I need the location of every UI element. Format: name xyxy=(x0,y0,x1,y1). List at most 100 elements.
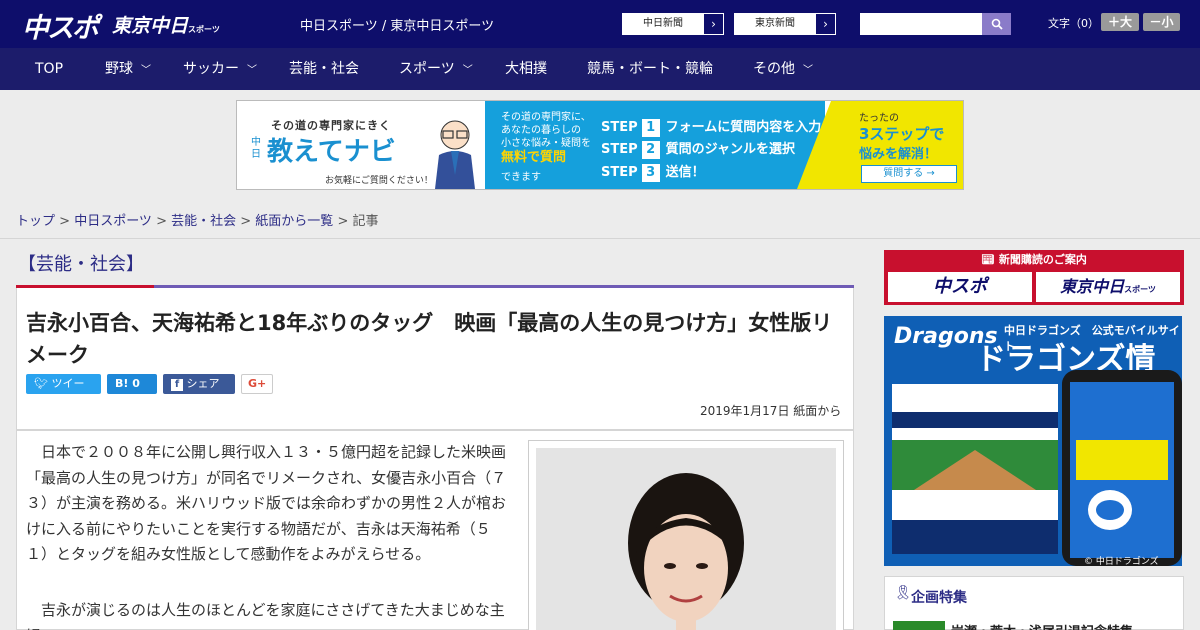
banner-right-2: 3ステップで xyxy=(859,125,945,143)
banner-can: できます xyxy=(501,172,541,183)
oshiete-navi-banner[interactable]: その道の専門家にきく 中日 教えてナビ お気軽にご質問ください！ その道の専門家… xyxy=(236,100,964,190)
nav-soccer[interactable]: サッカー ﹀ xyxy=(183,48,257,90)
nav-sports[interactable]: スポーツ ﹀ xyxy=(399,48,473,90)
article-headline: 吉永小百合、天海祐希と18年ぶりのタッグ 映画「最高の人生の見つけ方」女性版リメ… xyxy=(26,311,833,367)
advisor-illustration xyxy=(435,120,475,189)
dragons-copyright: © 中日ドラゴンズ xyxy=(1084,557,1159,566)
step-word: STEP xyxy=(601,142,638,157)
banner-step-2: STEP 2 質問のジャンルを選択 xyxy=(601,138,795,159)
dragons-mobile-banner[interactable]: Dragons 中日ドラゴンズ 公式モバイルサイト ドラゴンズ情報 © 中日ドラ… xyxy=(884,316,1182,566)
sub-logo-chuspo[interactable]: 中スポ xyxy=(888,272,1032,302)
banner-step-3: STEP 3 送信！ xyxy=(601,161,705,182)
subscription-banner[interactable]: 📰︎ 新聞購読のご案内 中スポ 東京中日スポーツ xyxy=(884,250,1184,305)
banner-right-3: 悩みを解消！ xyxy=(859,147,938,162)
article-date: 2019年1月17日 紙面から xyxy=(700,404,842,418)
banner-brand-small: 中日 xyxy=(251,137,261,160)
chevron-down-icon: ﹀ xyxy=(462,65,473,76)
font-large-button[interactable]: ＋大 xyxy=(1101,13,1139,31)
breadcrumb-sep: > xyxy=(236,214,256,229)
nav-baseball-label: 野球 xyxy=(105,61,133,77)
step-number: 1 xyxy=(641,119,660,137)
special-feature-box: 🎗︎ 企画特集 岩瀬・荒木・浅尾引退記念特集 xyxy=(884,576,1184,630)
nav-entertainment-label: 芸能・社会 xyxy=(289,61,359,77)
nav-sumo[interactable]: 大相撲 xyxy=(505,48,547,90)
breadcrumb: トップ > 中日スポーツ > 芸能・社会 > 紙面から一覧 > 記事 xyxy=(16,210,379,229)
search-input[interactable] xyxy=(860,13,982,35)
font-size-label: 文字（0） xyxy=(1048,17,1099,30)
tokyo-shimbun-button[interactable]: 東京新聞 › xyxy=(734,13,836,35)
twitter-icon: 🐦︎ xyxy=(34,377,48,390)
tokyo-shimbun-label: 東京新聞 xyxy=(755,18,795,29)
banner-step-1: STEP 1 フォームに質問内容を入力 xyxy=(601,116,821,137)
tokyo-chunichi-logo[interactable]: 東京中日スポーツ xyxy=(112,11,220,38)
nav-entertainment[interactable]: 芸能・社会 xyxy=(289,48,359,90)
banner-free: 無料で質問 xyxy=(501,150,567,165)
nav-sports-label: スポーツ xyxy=(399,61,455,77)
banner-cta-button[interactable]: 質問する → xyxy=(861,165,957,183)
subscription-title: 📰︎ 新聞購読のご案内 xyxy=(884,251,1184,267)
step-text: 送信！ xyxy=(665,165,705,180)
nav-soccer-label: サッカー xyxy=(183,61,239,77)
tweet-button[interactable]: 🐦︎ ツイート xyxy=(26,374,101,410)
nav-other[interactable]: その他 ﹀ xyxy=(753,48,813,90)
site-title: 中日スポーツ / 東京中日スポーツ xyxy=(300,19,495,34)
breadcrumb-divider xyxy=(0,238,1200,239)
search-button[interactable] xyxy=(982,13,1011,35)
banner-desc-2: あなたの暮らしの xyxy=(501,125,581,136)
step-word: STEP xyxy=(601,165,638,180)
breadcrumb-sep: > xyxy=(333,214,353,229)
nav-sumo-label: 大相撲 xyxy=(505,61,547,77)
step-number: 2 xyxy=(641,141,660,159)
banner-left: その道の専門家にきく 中日 教えてナビ お気軽にご質問ください！ xyxy=(237,101,485,189)
banner-note: お気軽にご質問ください！ xyxy=(325,176,433,186)
search-icon xyxy=(991,18,1003,30)
category-heading: 【芸能・社会】 xyxy=(18,254,144,275)
top-header: 中スポ 東京中日スポーツ 中日スポーツ / 東京中日スポーツ 中日新聞 › 東京… xyxy=(0,0,1200,48)
breadcrumb-site[interactable]: 中日スポーツ xyxy=(74,214,152,229)
nav-top-label: TOP xyxy=(35,61,64,77)
actress-photo-illustration xyxy=(536,448,836,630)
chevron-right-icon: › xyxy=(815,14,835,34)
chevron-down-icon: ﹀ xyxy=(141,65,151,76)
special-feature-title: 企画特集 xyxy=(911,590,967,606)
nav-baseball[interactable]: 野球 ﹀ xyxy=(105,48,151,90)
hatena-button[interactable]: B! 0 xyxy=(107,374,157,394)
step-word: STEP xyxy=(601,120,638,135)
banner-desc-1: その道の専門家に、 xyxy=(501,112,591,123)
step-number: 3 xyxy=(641,164,660,182)
breadcrumb-list[interactable]: 紙面から一覧 xyxy=(255,214,333,229)
article-paragraph: 吉永が演じるのは人生のほとんどを家庭にささげてきた大まじめな主婦。 xyxy=(26,601,505,630)
sub-logo-tokyo[interactable]: 東京中日スポーツ xyxy=(1036,272,1180,302)
nav-racing[interactable]: 競馬・ボート・競輪 xyxy=(587,48,713,90)
chuspo-logo[interactable]: 中スポ xyxy=(22,6,99,45)
breadcrumb-category[interactable]: 芸能・社会 xyxy=(171,214,236,229)
chunichi-shimbun-label: 中日新聞 xyxy=(643,18,683,29)
facebook-icon: f xyxy=(171,379,183,391)
breadcrumb-home[interactable]: トップ xyxy=(16,214,55,229)
nav-top[interactable]: TOP xyxy=(35,48,63,90)
article-paragraph: 日本で２００８年に公開し興行収入１３・５億円超を記録した米映画「最高の人生の見つ… xyxy=(26,443,507,563)
special-thumb[interactable] xyxy=(893,621,945,630)
main-nav: TOP 野球 ﹀ サッカー ﹀ 芸能・社会 スポーツ ﹀ 大相撲 競馬・ボート・競輪 … xyxy=(0,48,1200,90)
gplus-button[interactable]: G+ xyxy=(241,374,273,394)
banner-desc-3: 小さな悩み・疑問を xyxy=(501,138,591,149)
chevron-down-icon: ﹀ xyxy=(803,65,813,76)
breadcrumb-sep: > xyxy=(151,214,172,229)
chevron-down-icon: ﹀ xyxy=(247,65,257,76)
breadcrumb-sep: > xyxy=(55,214,75,229)
article-photo[interactable] xyxy=(536,448,836,630)
subscription-title-text: 新聞購読のご案内 xyxy=(998,253,1087,266)
special-feature-item[interactable]: 岩瀬・荒木・浅尾引退記念特集 xyxy=(951,621,1133,630)
chunichi-shimbun-button[interactable]: 中日新聞 › xyxy=(622,13,724,35)
dragons-app-screens-illustration xyxy=(892,370,1182,566)
sub-logo-tokyo-small: スポーツ xyxy=(1124,285,1156,294)
step-text: 質問のジャンルを選択 xyxy=(665,142,795,157)
font-small-button[interactable]: －小 xyxy=(1143,13,1180,31)
facebook-share-button[interactable]: f シェア 0 xyxy=(163,374,235,410)
nav-racing-label: 競馬・ボート・競輪 xyxy=(587,61,713,77)
newspaper-icon: 📰︎ xyxy=(981,253,996,266)
tokyo-chunichi-logo-text: 東京中日 xyxy=(112,15,189,37)
tokyo-chunichi-logo-small: スポーツ xyxy=(188,25,220,34)
step-text: フォームに質問内容を入力 xyxy=(665,120,822,135)
ribbon-icon: 🎗︎ xyxy=(894,585,912,601)
